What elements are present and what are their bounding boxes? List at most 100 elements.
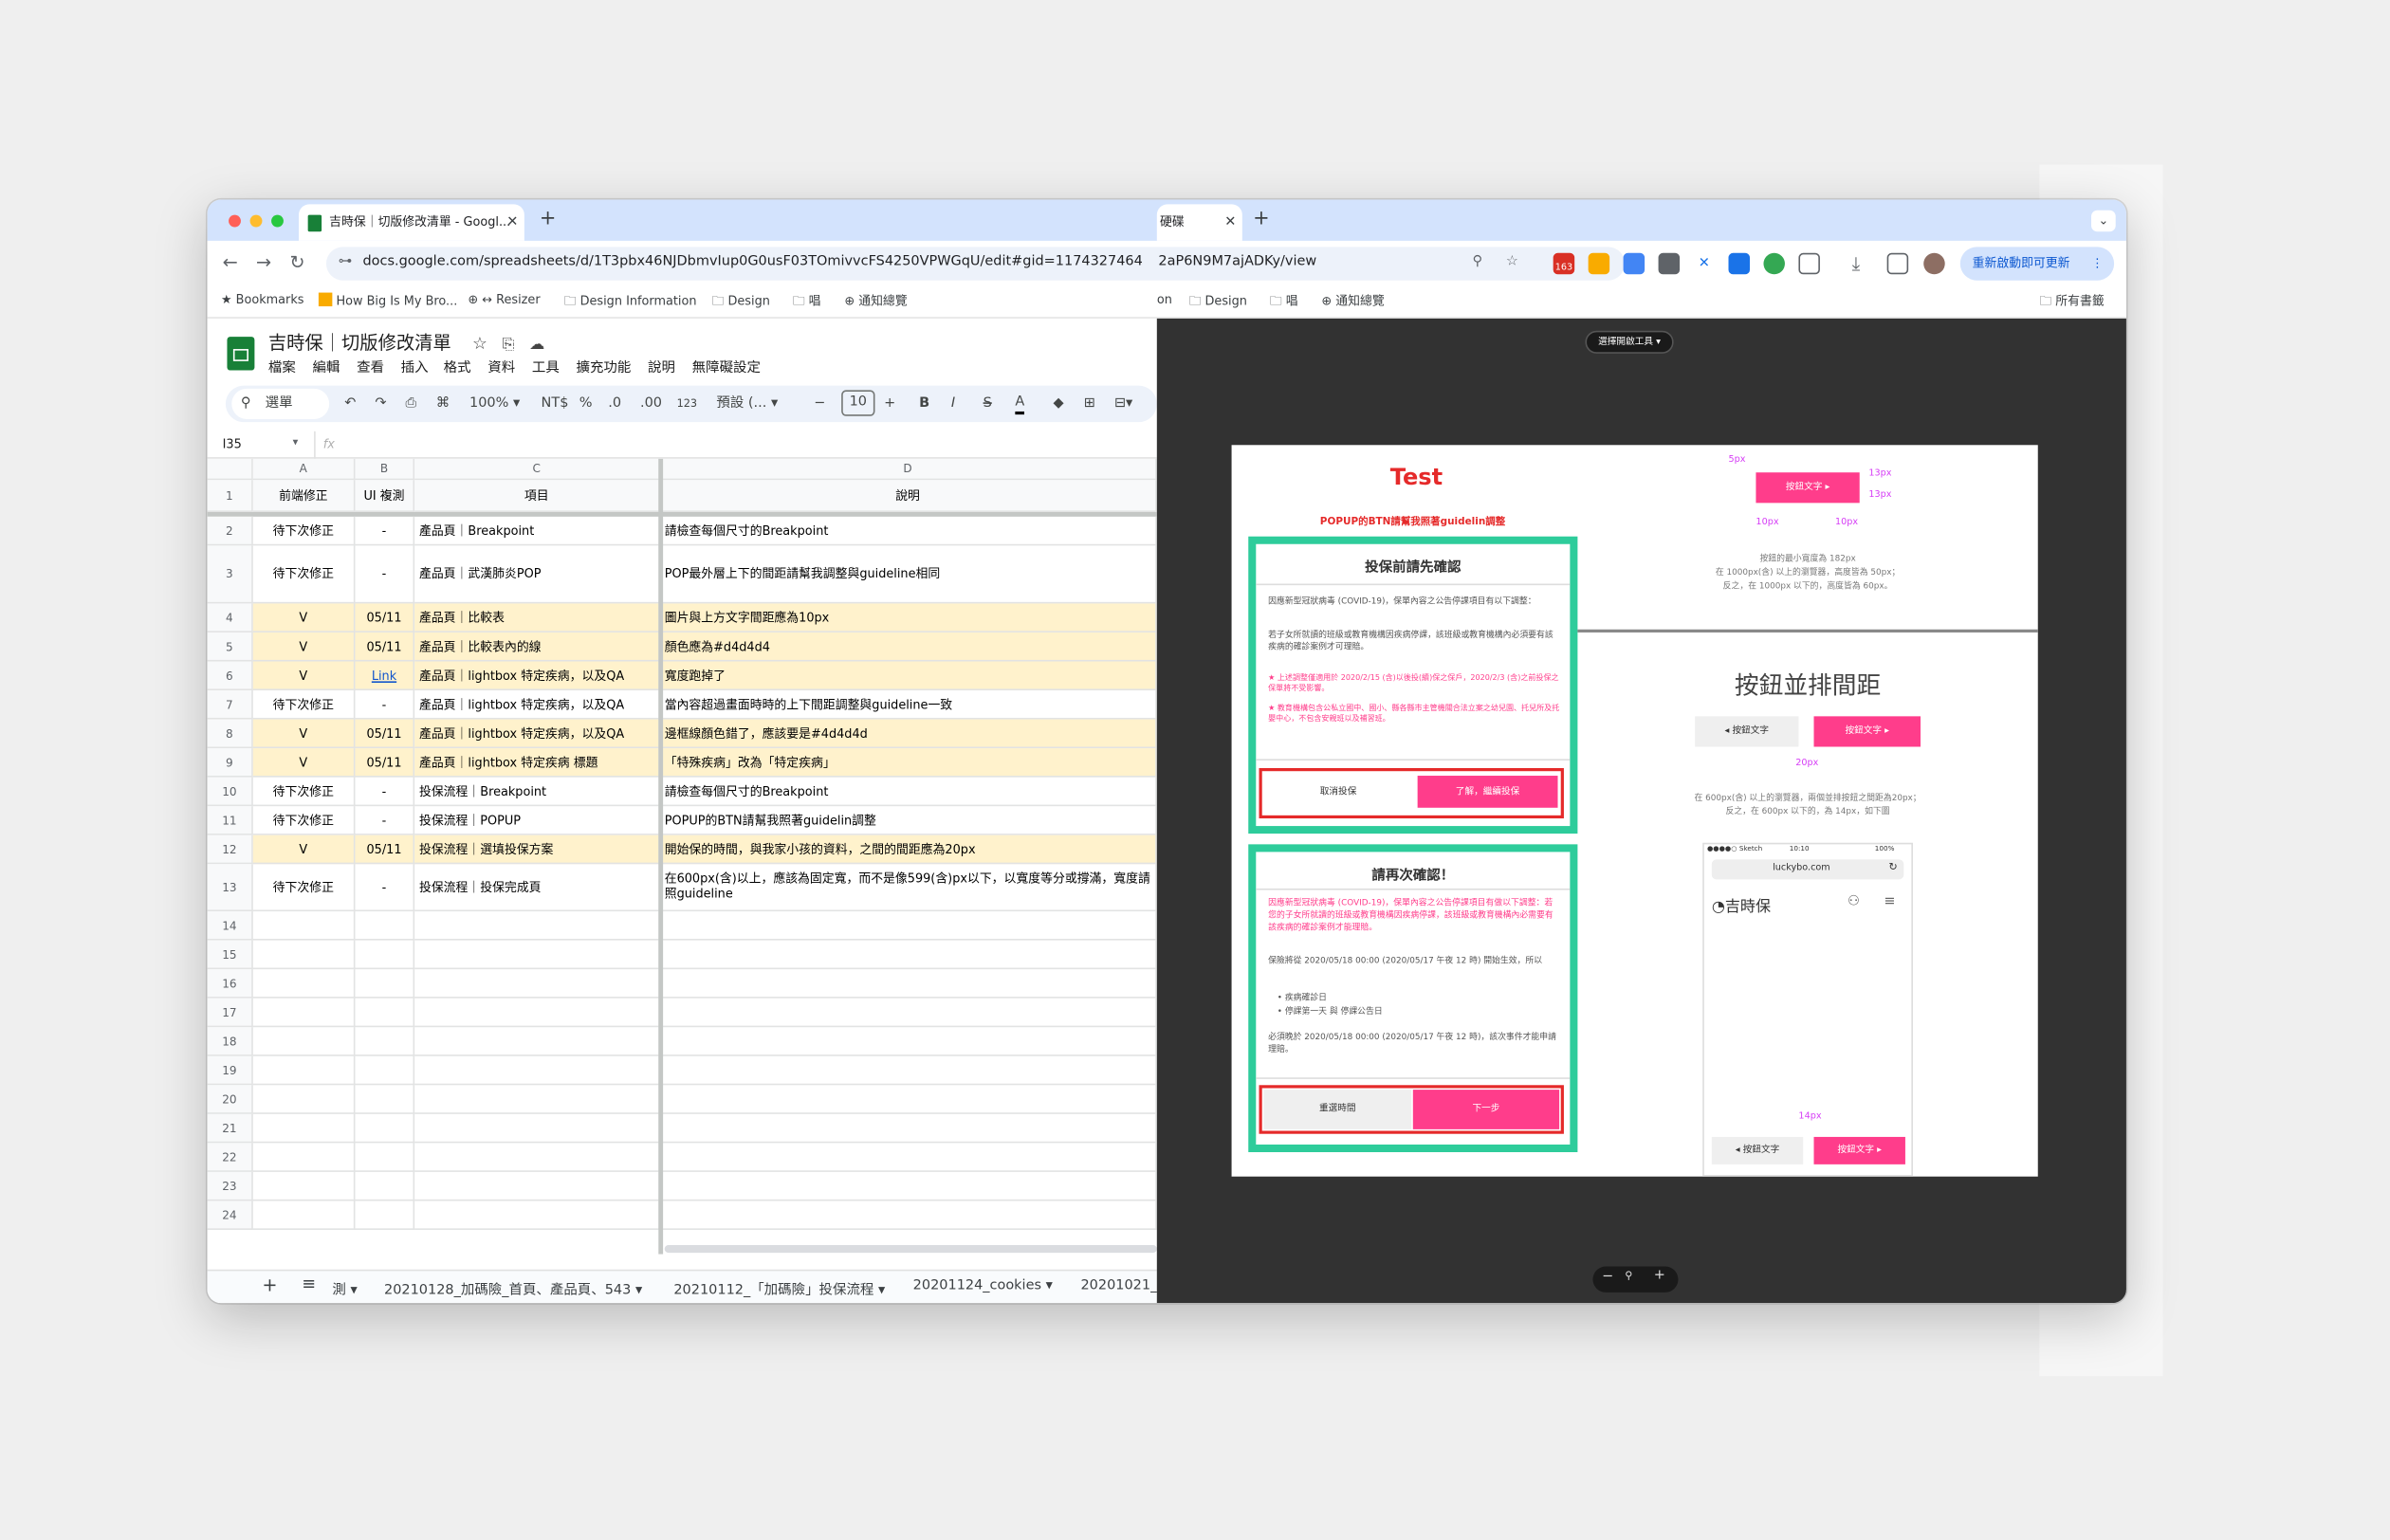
cell-ui-retest[interactable]: - (355, 864, 415, 912)
decrease-decimal-button[interactable]: .0 (608, 394, 621, 415)
all-sheets-icon[interactable]: ≡ (302, 1274, 316, 1294)
sheets-logo-icon[interactable] (227, 337, 255, 371)
row-number[interactable]: 17 (207, 998, 253, 1028)
empty-cell[interactable] (414, 911, 660, 941)
name-box-dropdown-icon[interactable]: ▾ (293, 436, 299, 449)
empty-cell[interactable] (355, 1113, 415, 1144)
italic-button[interactable]: I (951, 394, 955, 415)
row-number[interactable]: 24 (207, 1201, 253, 1230)
menu-tools[interactable]: 工具 (532, 357, 560, 376)
empty-cell[interactable] (252, 1143, 356, 1172)
menu-data[interactable]: 資料 (487, 357, 515, 376)
extensions-puzzle-icon[interactable] (1798, 252, 1820, 275)
empty-cell[interactable] (355, 1201, 415, 1230)
bookmark-item[interactable]: ⊕ ↔ Resizer (468, 293, 540, 306)
undo-icon[interactable]: ↶ (344, 394, 356, 415)
row-number[interactable]: 4 (207, 603, 253, 632)
paint-format-icon[interactable]: ⌘ (436, 394, 450, 415)
row-number[interactable]: 12 (207, 834, 253, 865)
font-size-decrease-icon[interactable]: − (814, 394, 825, 415)
empty-cell[interactable] (414, 1085, 660, 1114)
menu-view[interactable]: 查看 (357, 357, 384, 376)
font-size-input[interactable]: 10 (841, 390, 875, 416)
cell-frontend-status[interactable]: 待下次修正 (252, 516, 356, 546)
spreadsheet-grid[interactable]: A B C D 1 前端修正 UI 複測 項目 說明 2 待下次修正 - 產品頁｜Breakpoint 請… (207, 458, 1157, 1255)
cell-item[interactable]: 產品頁｜比較表 (414, 603, 660, 632)
horizontal-scrollbar[interactable] (664, 1245, 1157, 1254)
cell-item[interactable]: 投保流程｜POPUP (414, 806, 660, 835)
bookmark-folder[interactable]: 🗀 Design Information (564, 293, 697, 315)
cell-item[interactable]: 產品頁｜lightbox 特定疾病，以及QA (414, 661, 660, 691)
cell-ui-retest[interactable]: 05/11 (355, 603, 415, 632)
select-all-corner[interactable] (207, 458, 253, 481)
zoom-search-icon[interactable]: ⚲ (1473, 254, 1483, 269)
cell-ui-retest[interactable]: - (355, 806, 415, 835)
all-bookmarks[interactable]: 🗀 所有書籤 (2039, 293, 2104, 315)
empty-cell[interactable] (252, 1113, 356, 1144)
cell-frontend-status[interactable]: 待下次修正 (252, 806, 356, 835)
sheet-tab[interactable]: 測 ▾ (332, 1278, 357, 1298)
empty-cell[interactable] (659, 1171, 1157, 1201)
extension-globe-icon[interactable] (1763, 252, 1785, 275)
cell-ui-retest[interactable]: - (355, 545, 415, 604)
empty-cell[interactable] (659, 969, 1157, 999)
zoom-select[interactable]: 100% ▾ (469, 394, 520, 415)
empty-cell[interactable] (355, 911, 415, 941)
reload-icon[interactable]: ↻ (289, 250, 304, 275)
empty-cell[interactable] (659, 998, 1157, 1028)
bookmark-folder[interactable]: 🗀 唱 (1270, 293, 1298, 315)
cell-description[interactable]: 請檢查每個尺寸的Breakpoint (659, 777, 1157, 807)
empty-cell[interactable] (414, 1171, 660, 1201)
cell-ui-retest[interactable]: 05/11 (355, 719, 415, 749)
bold-button[interactable]: B (919, 394, 929, 415)
tab-drive[interactable]: 硬碟 ✕ (1156, 204, 1242, 241)
menu-edit[interactable]: 編輯 (312, 357, 340, 376)
empty-cell[interactable] (414, 1055, 660, 1086)
empty-cell[interactable] (659, 940, 1157, 970)
row-number[interactable]: 5 (207, 632, 253, 662)
row-number[interactable]: 8 (207, 719, 253, 749)
cell-description[interactable]: 開始保的時間，與我家小孩的資料，之間的間距應為20px (659, 834, 1157, 865)
bookmark-item[interactable]: ⊕ 通知總覽 (844, 293, 907, 310)
reselect-time-button[interactable]: 重選時間 (1263, 1090, 1412, 1129)
cell-ui-retest[interactable]: - (355, 690, 415, 720)
empty-cell[interactable] (414, 1143, 660, 1172)
cell-description[interactable]: 邊框線顏色錯了，應該要是#4d4d4d (659, 719, 1157, 749)
cell-item[interactable]: 產品頁｜lightbox 特定疾病，以及QA (414, 719, 660, 749)
cell-link[interactable]: Link (372, 669, 396, 682)
zoom-in-icon[interactable]: + (1654, 1268, 1665, 1283)
extension-x-icon[interactable]: ✕ (1693, 252, 1716, 275)
column-header-d[interactable]: D (659, 458, 1157, 481)
cell-frontend-status[interactable]: V (252, 719, 356, 749)
redo-icon[interactable]: ↷ (375, 394, 386, 415)
menu-accessibility[interactable]: 無障礙設定 (692, 357, 761, 376)
cell-item[interactable]: 產品頁｜lightbox 特定疾病，以及QA (414, 690, 660, 720)
cell-frontend-status[interactable]: V (252, 632, 356, 662)
row-number[interactable]: 1 (207, 480, 253, 513)
empty-cell[interactable] (355, 940, 415, 970)
row-number[interactable]: 16 (207, 969, 253, 999)
sheet-tab[interactable]: 20210128_加碼險_首頁、產品頁、543 ▾ (384, 1278, 642, 1298)
cell-description[interactable]: 圖片與上方文字間距應為10px (659, 603, 1157, 632)
document-title[interactable]: 吉時保｜切版修改清單 ☆ ⎘ ☁ (268, 329, 544, 355)
print-icon[interactable]: ⎙ (406, 394, 417, 415)
row-number[interactable]: 6 (207, 661, 253, 691)
empty-cell[interactable] (355, 1055, 415, 1086)
font-size-increase-icon[interactable]: + (884, 394, 895, 415)
empty-cell[interactable] (414, 1027, 660, 1056)
name-box[interactable]: I35 (223, 437, 242, 450)
cell-ui-retest[interactable]: Link (355, 661, 415, 691)
minimize-window-button[interactable] (249, 214, 263, 228)
bookmark-item[interactable]: ★ Bookmarks (221, 293, 303, 306)
back-icon[interactable]: ← (223, 250, 238, 275)
empty-cell[interactable] (659, 1055, 1157, 1086)
empty-cell[interactable] (414, 969, 660, 999)
cell-item[interactable]: 產品頁｜武漢肺炎POP (414, 545, 660, 604)
cell-item[interactable]: 產品頁｜lightbox 特定疾病 標題 (414, 748, 660, 778)
cell-description[interactable]: 「特殊疾病」改為「特定疾病」 (659, 748, 1157, 778)
downloads-icon[interactable]: ⤓ (1852, 253, 1874, 275)
zoom-fit-icon[interactable]: ⚲ (1625, 1270, 1632, 1282)
row-number[interactable]: 15 (207, 940, 253, 970)
row-number[interactable]: 21 (207, 1113, 253, 1144)
row-number[interactable]: 14 (207, 911, 253, 941)
